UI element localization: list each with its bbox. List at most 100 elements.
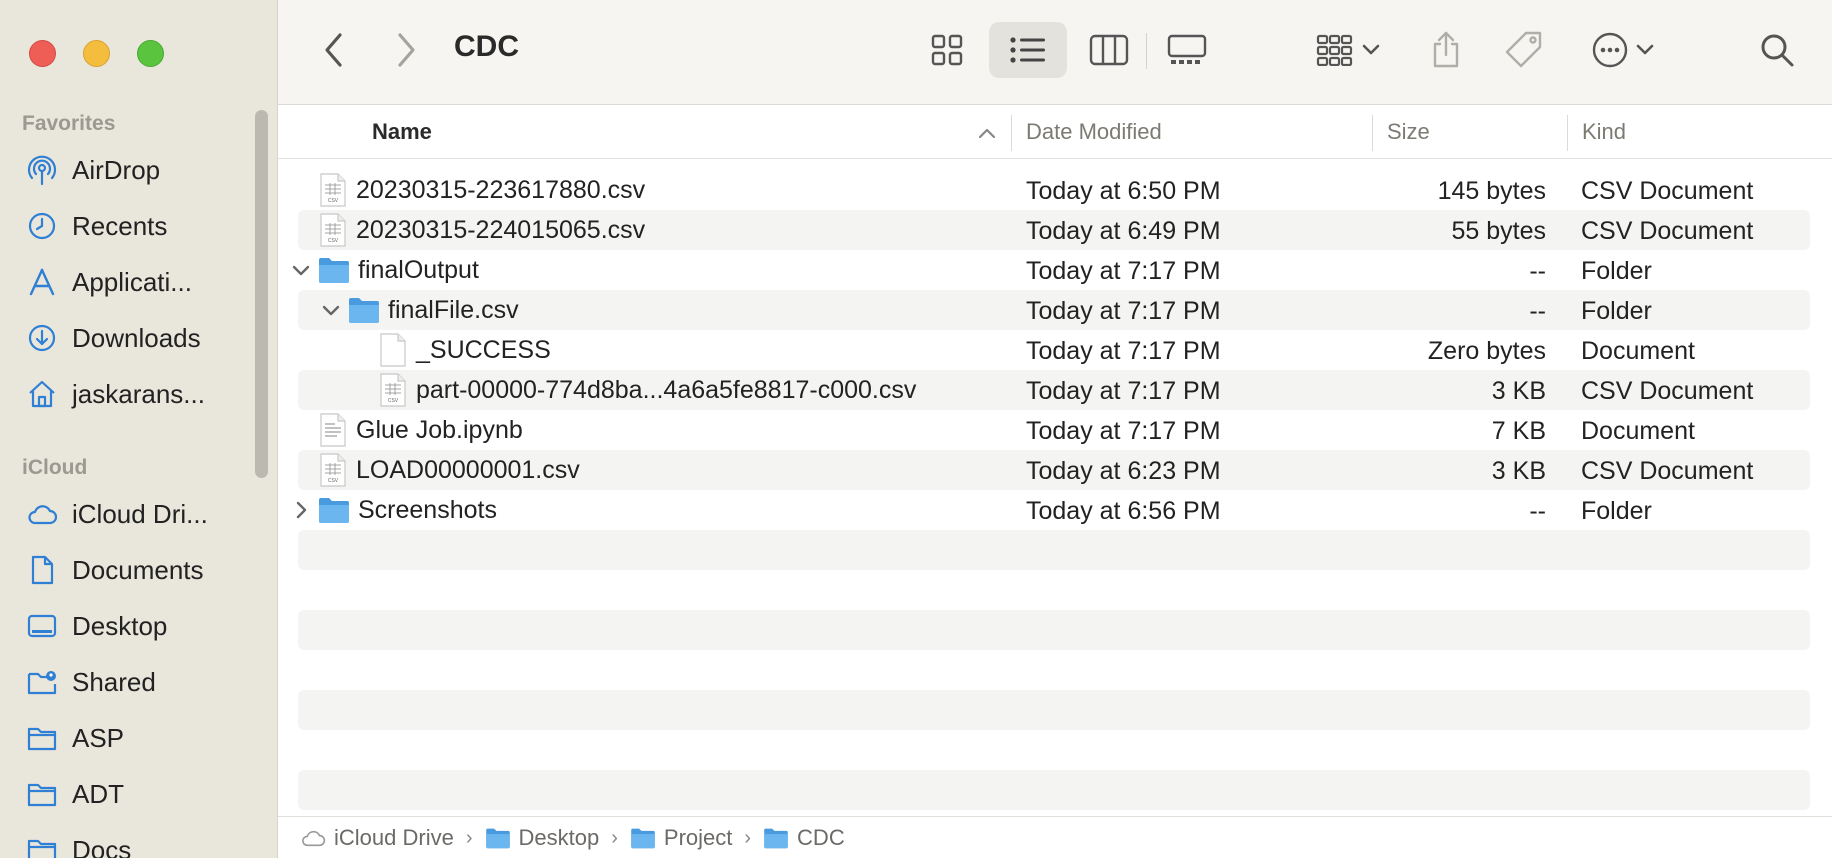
column-divider[interactable] [1011,115,1012,151]
file-kind: Folder [1581,497,1652,525]
forward-button[interactable] [384,22,428,78]
share-icon [1433,31,1459,68]
file-date: Today at 6:49 PM [1026,217,1221,245]
file-row[interactable]: Screenshots Today at 6:56 PM -- Folder [296,490,1810,530]
path-segment[interactable]: Desktop [485,825,600,851]
column-divider[interactable] [1567,115,1568,151]
back-button[interactable] [312,22,356,78]
sidebar-item-downloads[interactable]: Downloads [26,318,201,358]
sidebar-item-label: Documents [72,554,204,585]
file-row[interactable]: CSV 20230315-223617880.csv Today at 6:50 P… [298,170,1810,210]
file-name-cell[interactable]: Glue Job.ipynb [318,410,523,450]
close-button[interactable] [29,40,56,67]
csv-file-icon: CSV [318,173,348,207]
folder-icon [318,496,350,524]
file-date: Today at 7:17 PM [1026,417,1221,445]
file-name-cell[interactable]: finalOutput [318,250,479,290]
file-name-cell[interactable]: CSV 20230315-224015065.csv [318,210,645,250]
column-view-button[interactable] [1078,22,1140,78]
file-name-cell[interactable]: _SUCCESS [378,330,551,370]
file-row[interactable]: _SUCCESS Today at 7:17 PM Zero bytes Docume… [298,330,1810,370]
folder-icon [26,834,58,858]
toolbar: CDC [278,0,1832,105]
action-menu-button[interactable] [1583,22,1663,78]
sidebar-item-documents[interactable]: Documents [26,550,204,590]
sidebar-item-asp[interactable]: ASP [26,718,124,758]
tag-button[interactable] [1496,22,1552,78]
tag-icon [1505,31,1542,68]
file-row[interactable]: CSV LOAD00000001.csv Today at 6:23 PM 3 KB C… [298,450,1810,490]
cloud-icon [26,498,58,530]
file-row[interactable]: CSV part-00000-774d8ba...4a6a5fe8817-c000… [298,370,1810,410]
file-name: Glue Job.ipynb [356,415,523,444]
path-separator-icon: › [744,826,752,849]
path-bar: iCloud Drive › Desktop › Project › CDC [278,816,1832,858]
sidebar-item-applicati[interactable]: Applicati... [26,262,192,302]
file-row[interactable]: finalFile.csv Today at 7:17 PM -- Folder [298,290,1810,330]
sidebar-section-favorites: Favorites [22,112,116,135]
file-name-cell[interactable]: CSV 20230315-223617880.csv [318,170,645,210]
column-header-size[interactable]: Size [1387,119,1430,145]
grid-icon [931,34,963,66]
list-view-button[interactable] [989,22,1067,78]
file-size: 3 KB [1491,377,1546,405]
sidebar-item-label: ADT [72,778,124,809]
path-segment[interactable]: CDC [763,825,845,851]
file-name-cell[interactable]: Screenshots [318,490,497,530]
sidebar-item-jaskarans[interactable]: jaskarans... [26,374,205,414]
file-row[interactable]: CSV 20230315-224015065.csv Today at 6:49 P… [298,210,1810,250]
gallery-icon [1167,34,1207,64]
file-date: Today at 7:17 PM [1026,297,1221,325]
gallery-view-button[interactable] [1156,22,1218,78]
shared-folder-icon [26,666,58,698]
empty-row [298,770,1810,810]
file-name-cell[interactable]: CSV LOAD00000001.csv [318,450,580,490]
file-list: CSV 20230315-223617880.csv Today at 6:50 P… [292,170,1810,810]
file-size: 55 bytes [1451,217,1546,245]
group-button[interactable] [1308,22,1388,78]
sidebar-item-docs[interactable]: Docs [26,830,131,858]
icon-view-button[interactable] [918,22,976,78]
sidebar-item-icloud-dri[interactable]: iCloud Dri... [26,494,208,534]
document-file-icon [378,333,408,367]
sidebar-item-airdrop[interactable]: AirDrop [26,150,160,190]
file-name-cell[interactable]: CSV part-00000-774d8ba...4a6a5fe8817-c000… [378,370,916,410]
disclosure-open-icon[interactable] [320,299,342,321]
column-header-date[interactable]: Date Modified [1026,119,1162,145]
file-name-cell[interactable]: finalFile.csv [348,290,519,330]
file-name: 20230315-223617880.csv [356,175,646,204]
path-segment[interactable]: Project [630,825,732,851]
path-segment[interactable]: iCloud Drive [300,825,454,851]
column-header-name[interactable]: Name [372,119,432,145]
column-header-kind[interactable]: Kind [1582,119,1626,145]
column-divider[interactable] [1372,115,1373,151]
finder-window: Favorites AirDrop Recents Applicati... Down… [0,0,1832,858]
file-name: finalFile.csv [388,295,519,324]
disclosure-closed-icon[interactable] [290,499,312,521]
sidebar-item-recents[interactable]: Recents [26,206,167,246]
airdrop-icon [26,154,58,186]
search-button[interactable] [1752,22,1802,78]
chevron-down-icon [1636,44,1654,55]
file-size: 3 KB [1491,457,1546,485]
sidebar-scrollbar[interactable] [255,110,268,478]
file-name: _SUCCESS [416,335,551,364]
sidebar-item-shared[interactable]: Shared [26,662,156,702]
file-date: Today at 7:17 PM [1026,377,1221,405]
svg-text:CSV: CSV [328,238,339,244]
file-row[interactable]: finalOutput Today at 7:17 PM -- Folder [292,250,1810,290]
csv-file-icon: CSV [378,373,408,407]
path-segment-label: Desktop [518,825,600,850]
file-date: Today at 6:23 PM [1026,457,1221,485]
more-icon [1592,32,1628,68]
zoom-button[interactable] [137,40,164,67]
sidebar-item-adt[interactable]: ADT [26,774,124,814]
path-segment-label: Project [663,825,733,850]
empty-row [298,650,1810,690]
disclosure-open-icon[interactable] [290,259,312,281]
minimize-button[interactable] [83,40,110,67]
file-row[interactable]: Glue Job.ipynb Today at 7:17 PM 7 KB Docume… [298,410,1810,450]
sidebar-item-desktop[interactable]: Desktop [26,606,167,646]
file-size: -- [1529,497,1546,525]
share-button[interactable] [1421,22,1471,78]
